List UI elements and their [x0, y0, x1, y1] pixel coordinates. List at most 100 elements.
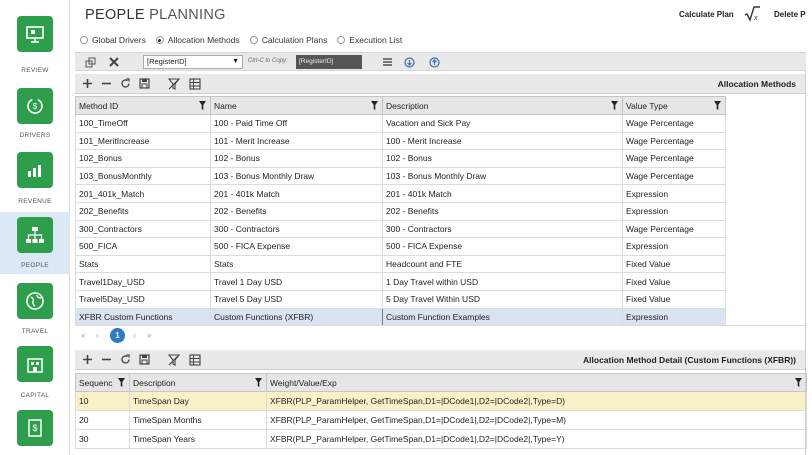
copy-window-icon[interactable] [84, 56, 96, 68]
filter-icon[interactable] [611, 101, 618, 110]
tab-global-drivers[interactable]: Global Drivers [80, 33, 146, 47]
cell-value-type[interactable]: Expression [622, 201, 726, 221]
cell-description[interactable]: 1 Day Travel within USD [382, 272, 623, 291]
table-row-highlighted[interactable]: 10 TimeSpan Day XFBR(PLP_ParamHelper, GetT… [75, 391, 807, 411]
cell-value-type[interactable]: Fixed Value [622, 254, 726, 274]
sidebar-item-finance[interactable]: $ [0, 406, 70, 455]
table-row[interactable]: 100_TimeOff 100 - Paid Time Off Vacation a… [75, 114, 726, 133]
cell-weight-value-exp[interactable]: XFBR(PLP_ParamHelper, GetTimeSpan,D1=|DC… [266, 410, 807, 430]
filter-icon[interactable] [118, 378, 125, 387]
cell-method-id[interactable]: 202_Benefits [75, 201, 211, 221]
cell-method-id[interactable]: Travel1Day_USD [75, 272, 211, 291]
register-select[interactable]: [RegisterID] ▼ [143, 55, 243, 69]
export-grid-icon[interactable] [188, 77, 201, 90]
cell-sequence[interactable]: 30 [75, 429, 130, 449]
table-row[interactable]: Travel5Day_USD Travel 5 Day USD 5 Day Trav… [75, 289, 726, 309]
cell-name[interactable]: 500 - FICA Expense [210, 237, 383, 256]
filter-icon[interactable] [199, 101, 206, 110]
cell-name[interactable]: 300 - Contractors [210, 219, 383, 239]
cell-method-id[interactable]: 100_TimeOff [75, 114, 211, 133]
refresh-icon[interactable] [119, 77, 132, 90]
cell-name[interactable]: 100 - Paid Time Off [210, 114, 383, 133]
sidebar-item-review[interactable]: REVIEW [0, 0, 70, 80]
clear-filter-icon[interactable] [167, 353, 180, 366]
column-header-weight-value-exp[interactable]: Weight/Value/Exp [266, 373, 807, 392]
column-header-sequence[interactable]: Sequenc [75, 373, 130, 392]
cell-value-type[interactable]: Expression [622, 184, 726, 203]
table-row[interactable]: 202_Benefits 202 - Benefits 202 - Benefits… [75, 201, 726, 221]
table-row[interactable]: 101_MeritIncrease 101 - Merit Increase 100… [75, 131, 726, 151]
function-icon[interactable]: x [743, 5, 761, 23]
add-icon[interactable] [81, 353, 94, 366]
cell-name[interactable]: Custom Functions (XFBR) [210, 307, 383, 327]
cell-description[interactable]: 300 - Contractors [382, 219, 623, 239]
cell-method-id[interactable]: XFBR Custom Functions [75, 307, 211, 327]
cell-description[interactable]: Custom Function Examples [382, 307, 623, 327]
arrow-up-circle-icon[interactable] [428, 56, 440, 68]
cell-value-type[interactable]: Fixed Value [622, 272, 726, 291]
first-page-button[interactable]: « [81, 331, 85, 340]
table-row[interactable]: 30 TimeSpan Years XFBR(PLP_ParamHelper, Ge… [75, 429, 807, 449]
cell-value-type[interactable]: Wage Percentage [622, 131, 726, 151]
cell-sequence[interactable]: 20 [75, 410, 130, 430]
tab-allocation-methods[interactable]: Allocation Methods [155, 33, 240, 47]
table-row-selected[interactable]: XFBR Custom Functions Custom Functions (X… [75, 307, 726, 327]
cell-sequence[interactable]: 10 [75, 391, 130, 411]
arrow-down-circle-icon[interactable] [403, 56, 415, 68]
cell-description[interactable]: 100 - Merit Increase [382, 131, 623, 151]
table-row[interactable]: Travel1Day_USD Travel 1 Day USD 1 Day Trav… [75, 272, 726, 291]
cell-value-type[interactable]: Expression [622, 237, 726, 256]
next-page-button[interactable]: › [133, 331, 136, 340]
cell-method-id[interactable]: 102_Bonus [75, 149, 211, 168]
sidebar-item-people[interactable]: PEOPLE [0, 212, 70, 274]
filter-icon[interactable] [795, 378, 802, 387]
export-grid-icon[interactable] [188, 353, 201, 366]
cell-value-type[interactable]: Wage Percentage [622, 114, 726, 133]
sidebar-item-drivers[interactable]: $ DRIVERS [0, 82, 70, 144]
clear-filter-icon[interactable] [167, 77, 180, 90]
add-icon[interactable] [81, 77, 94, 90]
cell-weight-value-exp[interactable]: XFBR(PLP_ParamHelper, GetTimeSpan,D1=|DC… [266, 391, 807, 411]
table-row[interactable]: 201_401k_Match 201 - 401k Match 201 - 401k… [75, 184, 726, 203]
table-row[interactable]: 500_FICA 500 - FICA Expense 500 - FICA Exp… [75, 237, 726, 256]
cell-method-id[interactable]: 101_MeritIncrease [75, 131, 211, 151]
tab-execution-list[interactable]: Execution List [337, 33, 402, 47]
column-header-description[interactable]: Description [129, 373, 267, 392]
column-header-name[interactable]: Name [210, 96, 383, 115]
cell-description[interactable]: 103 - Bonus Monthly Draw [382, 166, 623, 186]
sidebar-item-travel[interactable]: TRAVEL [0, 278, 70, 340]
save-icon[interactable] [138, 353, 151, 366]
cell-name[interactable]: Travel 5 Day USD [210, 289, 383, 309]
cell-description[interactable]: 500 - FICA Expense [382, 237, 623, 256]
delete-plan-button[interactable]: Delete P [774, 10, 806, 19]
cell-method-id[interactable]: Travel5Day_USD [75, 289, 211, 309]
filter-icon[interactable] [371, 101, 378, 110]
table-row[interactable]: 103_BonusMonthly 103 - Bonus Monthly Draw… [75, 166, 726, 186]
cell-value-type[interactable]: Fixed Value [622, 289, 726, 309]
table-row[interactable]: Stats Stats Headcount and FTE Fixed Value [75, 254, 726, 274]
sidebar-item-capital[interactable]: CAPITAL [0, 342, 70, 404]
list-icon[interactable] [381, 56, 393, 68]
close-icon[interactable] [108, 56, 120, 68]
cell-method-id[interactable]: 103_BonusMonthly [75, 166, 211, 186]
cell-name[interactable]: 102 - Bonus [210, 149, 383, 168]
cell-name[interactable]: Stats [210, 254, 383, 274]
filter-icon[interactable] [255, 378, 262, 387]
cell-name[interactable]: 201 - 401k Match [210, 184, 383, 203]
cell-description[interactable]: TimeSpan Day [129, 391, 267, 411]
remove-icon[interactable] [100, 353, 113, 366]
cell-description[interactable]: TimeSpan Years [129, 429, 267, 449]
cell-value-type[interactable]: Wage Percentage [622, 149, 726, 168]
column-header-method-id[interactable]: Method ID [75, 96, 211, 115]
column-header-value-type[interactable]: Value Type [622, 96, 726, 115]
cell-description[interactable]: Vacation and Sick Pay [382, 114, 623, 133]
cell-name[interactable]: 101 - Merit Increase [210, 131, 383, 151]
cell-method-id[interactable]: 500_FICA [75, 237, 211, 256]
cell-name[interactable]: 103 - Bonus Monthly Draw [210, 166, 383, 186]
sidebar-item-revenue[interactable]: REVENUE [0, 146, 70, 210]
cell-weight-value-exp[interactable]: XFBR(PLP_ParamHelper, GetTimeSpan,D1=|DC… [266, 429, 807, 449]
copy-field[interactable]: [RegisterID] [296, 55, 362, 69]
cell-method-id[interactable]: 300_Contractors [75, 219, 211, 239]
refresh-icon[interactable] [119, 353, 132, 366]
table-row[interactable]: 102_Bonus 102 - Bonus 102 - Bonus Wage Perc… [75, 149, 726, 168]
